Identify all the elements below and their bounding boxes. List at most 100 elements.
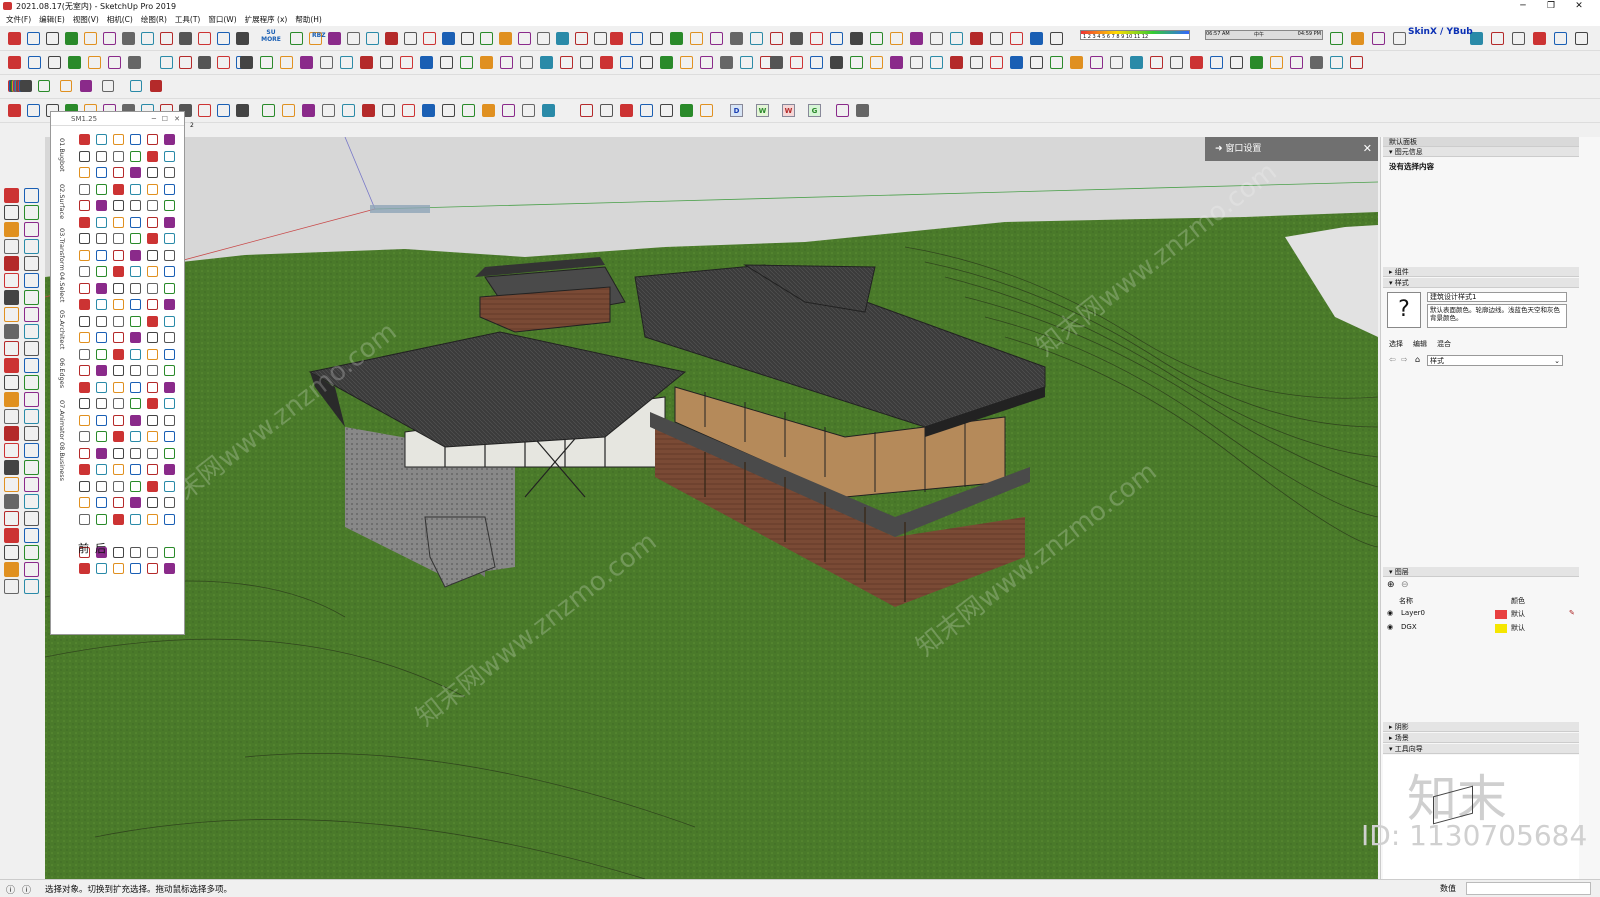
style-description-field[interactable]: 默认表面颜色。轮廓边线。浅蓝色天空和灰色背景颜色。 (1427, 304, 1567, 328)
drawing-tool-icon[interactable] (4, 494, 19, 509)
toolbar-tool-icon[interactable] (1090, 56, 1103, 69)
toolbar-tool-icon[interactable] (502, 104, 515, 117)
sm-tool-icon[interactable] (164, 150, 175, 162)
banner-close-icon[interactable]: ✕ (1363, 137, 1372, 161)
drawing-tool-icon[interactable] (24, 528, 39, 543)
sm-tool-icon[interactable] (147, 249, 158, 261)
sm-tool-icon[interactable] (113, 414, 124, 426)
tag-g-button[interactable]: G (808, 104, 821, 117)
toolbar-tool-icon[interactable] (1270, 56, 1283, 69)
styles-tab-edit[interactable]: 编辑 (1413, 339, 1427, 349)
sm-tool-icon[interactable] (96, 513, 107, 525)
remove-layer-icon[interactable]: ⊖ (1401, 580, 1409, 590)
toolbar-tool-icon[interactable] (240, 56, 253, 69)
sm-tool-icon[interactable] (164, 183, 175, 195)
toolbar-tool-icon[interactable] (48, 56, 61, 69)
toolbar-tool-icon[interactable] (1130, 56, 1143, 69)
drawing-tool-icon[interactable] (4, 273, 19, 288)
toolbar-tool-icon[interactable] (300, 56, 313, 69)
toolbar-tool-icon[interactable] (1010, 32, 1023, 45)
home-icon[interactable]: ⌂ (1415, 355, 1420, 364)
sm-tool-icon[interactable] (164, 365, 175, 376)
toolbar-tool-icon[interactable] (650, 32, 663, 45)
toolbar-tool-icon[interactable] (810, 56, 823, 69)
sm-tool-icon[interactable] (79, 200, 90, 211)
sm-tool-icon[interactable] (164, 497, 175, 508)
toolbar-tool-icon[interactable] (630, 32, 643, 45)
menu-window[interactable]: 窗口(W) (208, 14, 236, 25)
sm-tab-bugbot[interactable]: 01.Bugbot (54, 138, 66, 172)
toolbar-tool-icon[interactable] (1230, 56, 1243, 69)
menu-help[interactable]: 帮助(H) (295, 14, 322, 25)
sm-tab-architect[interactable]: 05.Architect (54, 310, 66, 349)
toolbar-tool-icon[interactable] (870, 56, 883, 69)
sm-tool-icon[interactable] (130, 464, 141, 475)
sm-tool-icon[interactable] (96, 299, 107, 310)
toolbar-tool-icon[interactable] (1110, 56, 1123, 69)
sm-tool-icon[interactable] (130, 365, 141, 376)
sm-tool-icon[interactable] (164, 447, 175, 459)
toolbar-tool-icon[interactable] (179, 32, 192, 45)
sm-tool-icon[interactable] (79, 299, 90, 310)
close-button[interactable]: ✕ (1566, 0, 1592, 12)
toolbar-tool-icon[interactable] (970, 56, 983, 69)
sm-tool-icon[interactable] (96, 150, 107, 162)
drawing-tool-icon[interactable] (4, 290, 19, 305)
sm-tool-icon[interactable] (164, 134, 175, 145)
sm-tool-icon[interactable] (164, 414, 175, 426)
toolbar-tool-icon[interactable] (27, 32, 40, 45)
toolbar-tool-icon[interactable] (830, 32, 843, 45)
sm-tool-icon[interactable] (147, 282, 158, 294)
sm-prev-button[interactable]: 前 (78, 540, 89, 556)
sm-tool-icon[interactable] (79, 464, 90, 475)
drawing-tool-icon[interactable] (24, 290, 39, 305)
toolbar-tool-icon[interactable] (594, 32, 607, 45)
sm-tool-icon[interactable] (147, 513, 158, 525)
drawing-tool-icon[interactable] (24, 358, 39, 373)
drawing-tool-icon[interactable] (24, 239, 39, 254)
sm-tool-icon[interactable] (113, 497, 124, 508)
toolbar-tool-icon[interactable] (537, 32, 550, 45)
toolbar-tool-icon[interactable] (160, 56, 173, 69)
toolbar-tool-icon[interactable] (217, 32, 230, 45)
pencil-icon[interactable]: ✎ (1569, 609, 1575, 617)
toolbar-tool-icon[interactable] (740, 56, 753, 69)
toolbar-tool-icon[interactable] (217, 56, 230, 69)
sm-tool-icon[interactable] (130, 266, 141, 277)
toolbar-tool-icon[interactable] (27, 104, 40, 117)
toolbar-tool-icon[interactable] (366, 32, 379, 45)
sm-tool-icon[interactable] (113, 332, 124, 343)
sm-tool-icon[interactable] (147, 431, 158, 442)
toolbar-tool-icon[interactable] (970, 32, 983, 45)
info-icon[interactable]: ⓘ (6, 883, 15, 896)
drawing-tool-icon[interactable] (24, 426, 39, 441)
sm-tool-icon[interactable] (164, 266, 175, 277)
sm-tool-icon[interactable] (79, 332, 90, 343)
layers-header[interactable]: ▾ 图层 (1383, 567, 1579, 577)
toolbar-tool-icon[interactable] (520, 56, 533, 69)
sm-tool-icon[interactable] (96, 332, 107, 343)
sm-tool-icon[interactable] (130, 447, 141, 459)
toolbar-tool-icon[interactable] (122, 32, 135, 45)
sm-minimize-icon[interactable]: ─ (152, 112, 156, 126)
toolbar-tool-icon[interactable] (340, 56, 353, 69)
sm-tool-icon[interactable] (96, 365, 107, 376)
sm-tool-icon[interactable] (164, 282, 175, 294)
toolbar-tool-icon[interactable] (440, 56, 453, 69)
toolbar-tool-icon[interactable] (360, 56, 373, 69)
toolbar-tool-icon[interactable] (620, 104, 633, 117)
sm-tool-icon[interactable] (79, 150, 90, 162)
sm-tool-icon[interactable] (96, 167, 107, 178)
toolbar-tool-icon[interactable] (130, 80, 142, 92)
sm-tool-icon[interactable] (164, 233, 175, 244)
sm-tool-icon[interactable] (164, 167, 175, 178)
toolbar-tool-icon[interactable] (620, 56, 633, 69)
month-slider[interactable]: 1 2 3 4 5 6 7 8 9 10 11 12 (1080, 30, 1190, 40)
help-icon[interactable]: ⓘ (22, 883, 31, 896)
sm-tool-icon[interactable] (96, 216, 107, 228)
sm-tool-icon[interactable] (79, 216, 90, 228)
toolbar-tool-icon[interactable] (460, 56, 473, 69)
forward-arrow-icon[interactable]: ⇨ (1401, 355, 1408, 364)
sm-tool-icon[interactable] (96, 431, 107, 442)
drawing-tool-icon[interactable] (24, 375, 39, 390)
